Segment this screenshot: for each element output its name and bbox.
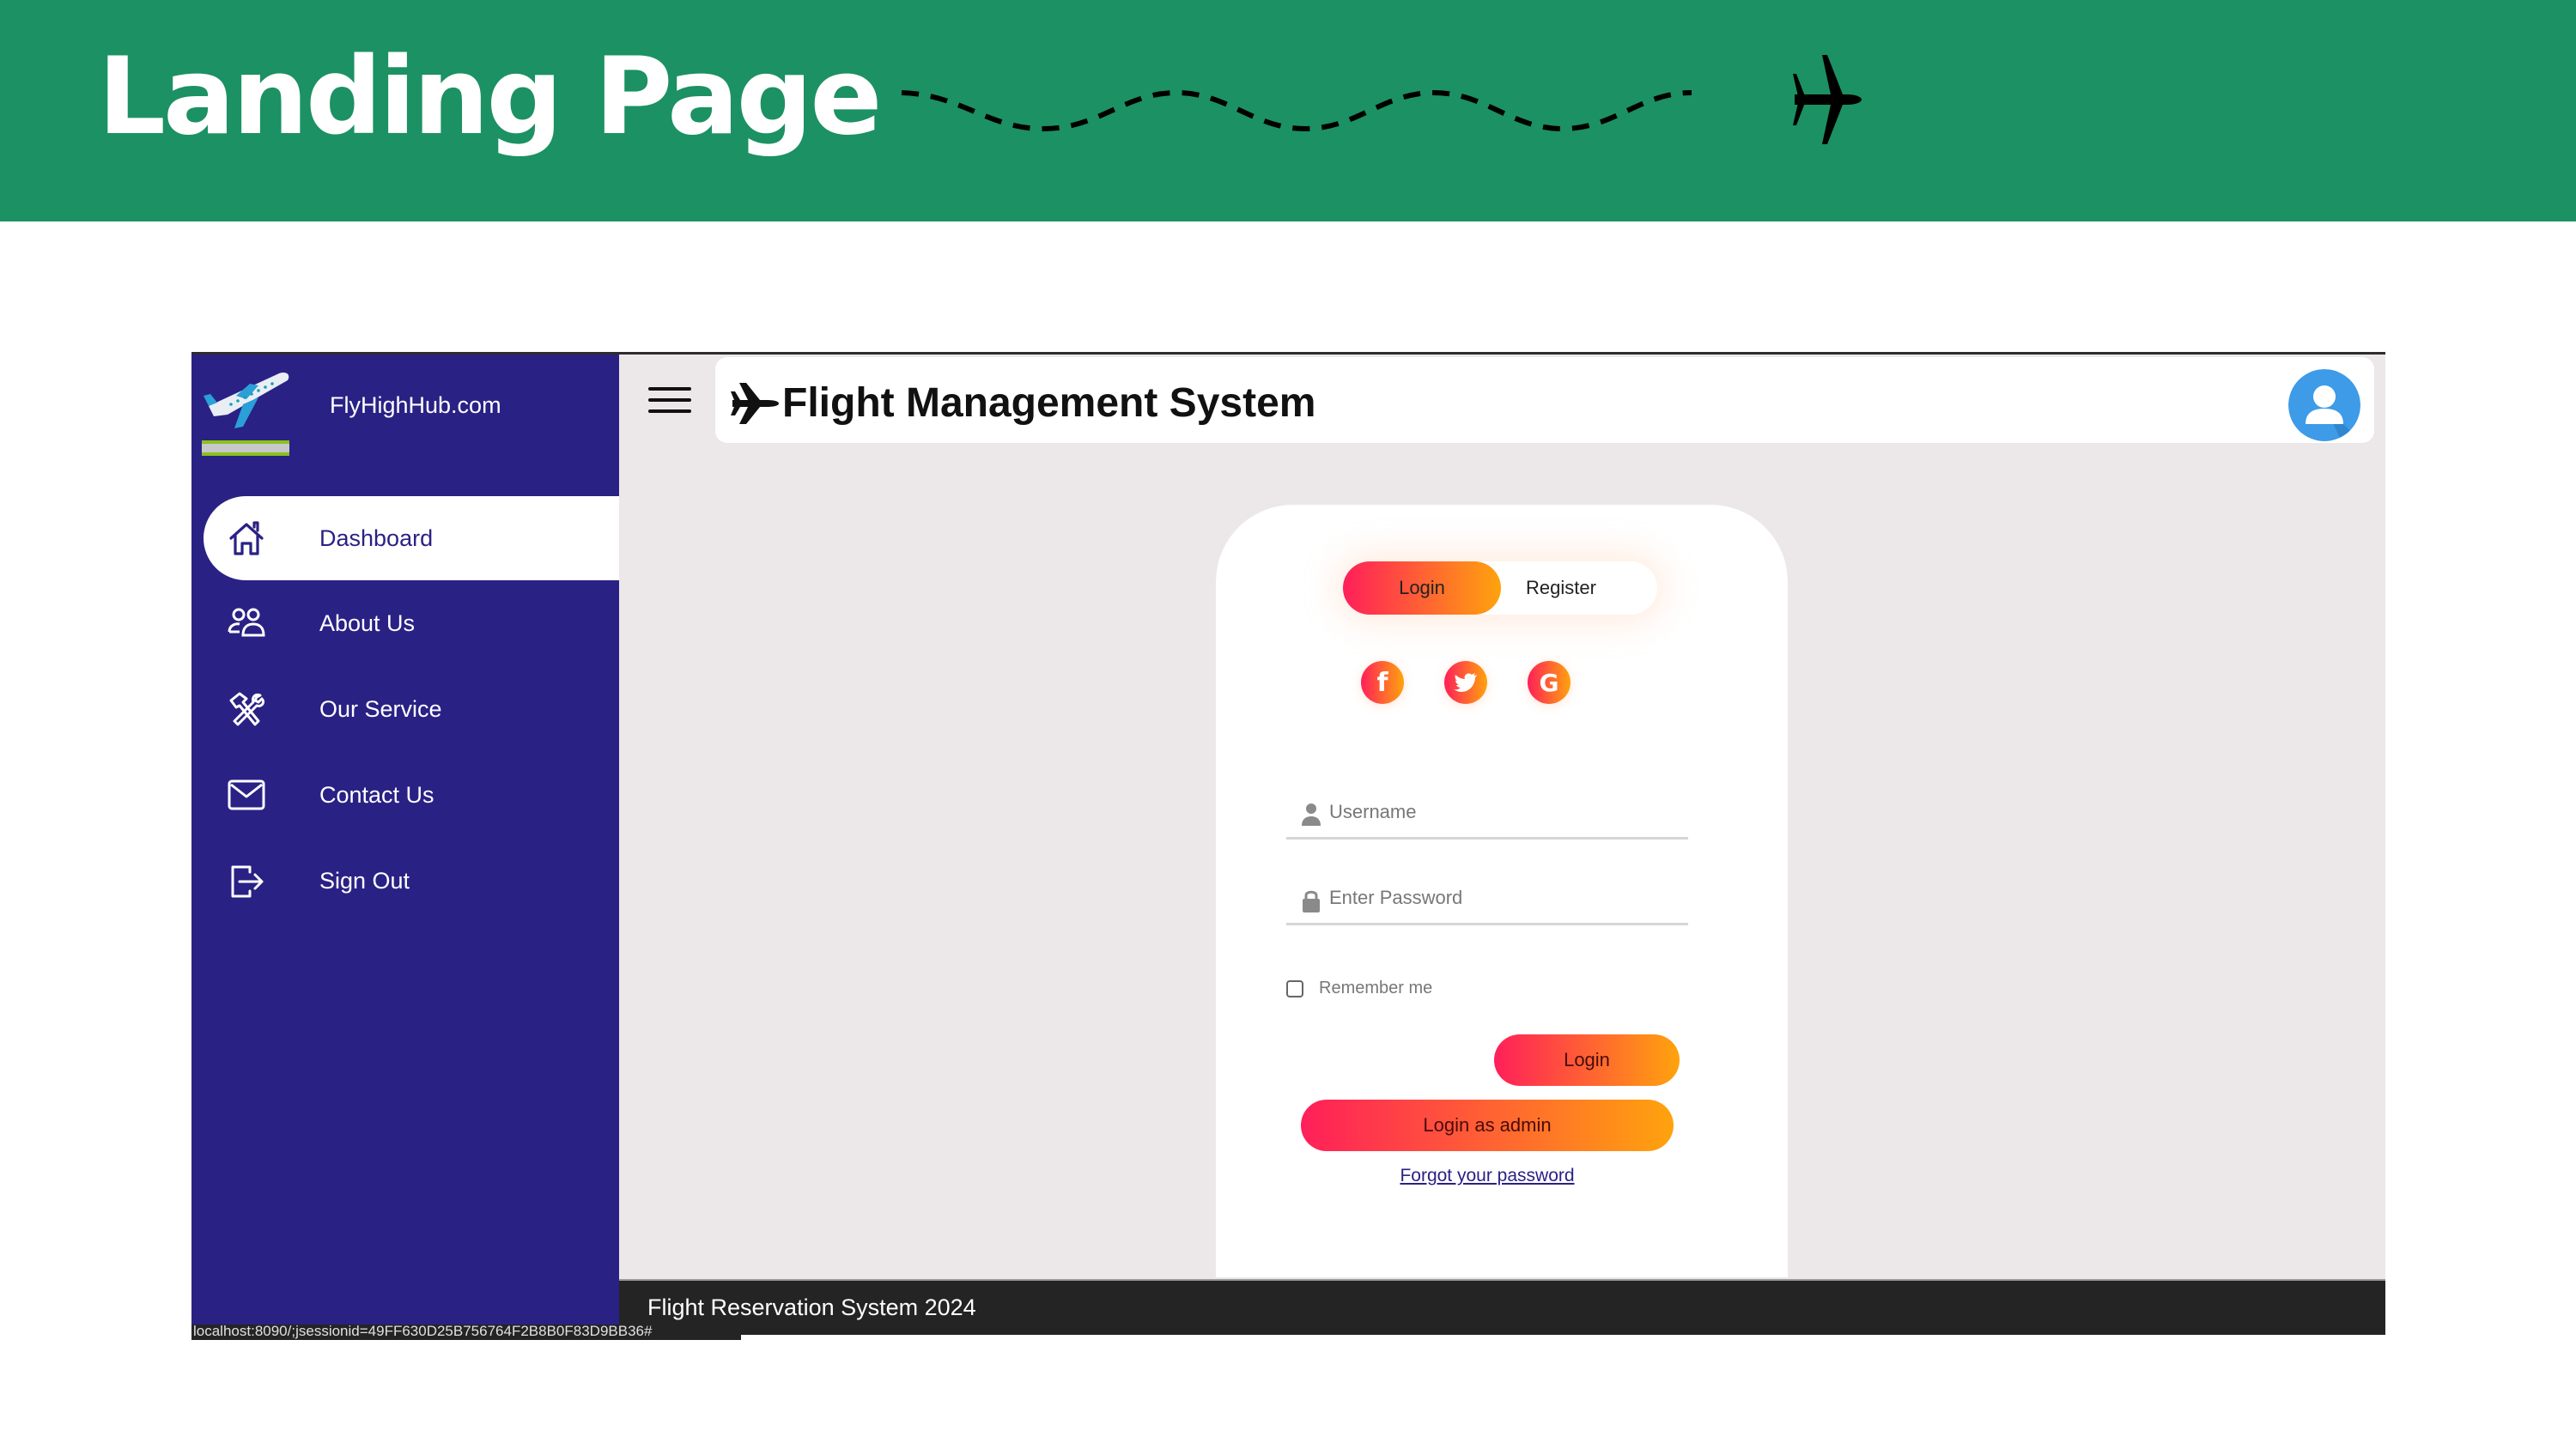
auth-tab-toggle: Login Register [1343,561,1657,615]
sidebar-item-label: Contact Us [319,781,434,808]
hamburger-line [648,409,691,413]
footer: Flight Reservation System 2024 [619,1279,2385,1335]
hamburger-icon [648,387,691,391]
slide-title: Landing Page [98,35,883,159]
facebook-icon: f [1376,667,1388,698]
google-icon: G [1539,668,1559,697]
sidebar-item-label: Sign Out [319,867,410,894]
username-field [1286,779,1688,840]
brand-name: FlyHighHub.com [330,392,501,418]
brand[interactable]: FlyHighHub.com [202,367,614,478]
sidebar-item-our-service[interactable]: Our Service [191,666,619,752]
slide-banner: Landing Page [0,0,2576,221]
forgot-password-link[interactable]: Forgot your password [1216,1166,1759,1186]
google-login-button[interactable]: G [1528,661,1571,704]
facebook-login-button[interactable]: f [1361,661,1404,704]
sidebar-item-dashboard[interactable]: Dashboard [204,496,619,580]
airplane-icon [731,382,779,424]
user-avatar-icon [2288,369,2360,441]
sidebar-nav: Dashboard About Us Our Service Contact U… [191,496,619,924]
login-card: Login Register f G Remember me L [1216,505,1788,1277]
tab-register[interactable]: Register [1501,561,1621,615]
home-icon [226,518,267,559]
sidebar-item-about-us[interactable]: About Us [191,580,619,666]
password-field [1286,865,1688,925]
app-title-text: Flight Management System [782,380,1316,426]
airplane-takeoff-icon [202,372,289,456]
menu-toggle-button[interactable] [648,387,691,418]
status-url: localhost:8090/;jsessionid=49FF630D25B75… [193,1325,653,1339]
password-input[interactable] [1329,881,1673,915]
twitter-icon [1454,673,1477,692]
sidebar-item-label: Our Service [319,695,442,722]
sidebar-item-label: About Us [319,609,416,636]
airplane-icon [1793,55,1862,144]
browser-status-bar: localhost:8090/;jsessionid=49FF630D25B75… [191,1325,741,1340]
remember-me: Remember me [1286,979,1432,998]
avatar[interactable] [2288,369,2360,441]
flight-path-icon [901,55,1862,144]
tools-icon [226,688,267,730]
topbar: Flight Management System [715,357,2374,443]
login-button[interactable]: Login [1494,1034,1680,1086]
mail-icon [226,774,267,815]
users-icon [226,603,267,644]
hamburger-line [648,398,691,402]
page-title: Flight Management System [729,379,1315,427]
remember-me-label: Remember me [1319,979,1433,997]
sidebar-item-contact-us[interactable]: Contact Us [191,752,619,838]
tab-login[interactable]: Login [1343,561,1501,615]
twitter-login-button[interactable] [1444,661,1487,704]
sidebar-item-label: Dashboard [319,524,434,551]
username-input[interactable] [1329,795,1673,829]
sign-out-icon [226,860,267,901]
lock-icon [1303,890,1320,912]
app-window: FlyHighHub.com Dashboard About Us Our Se… [191,352,2385,1340]
user-icon [1302,803,1321,826]
footer-text: Flight Reservation System 2024 [647,1294,976,1320]
sidebar-item-sign-out[interactable]: Sign Out [191,838,619,924]
social-login-group: f G [1216,661,1788,704]
remember-me-checkbox[interactable] [1286,979,1303,997]
login-as-admin-button[interactable]: Login as admin [1301,1100,1674,1151]
sidebar: FlyHighHub.com Dashboard About Us Our Se… [191,355,619,1335]
